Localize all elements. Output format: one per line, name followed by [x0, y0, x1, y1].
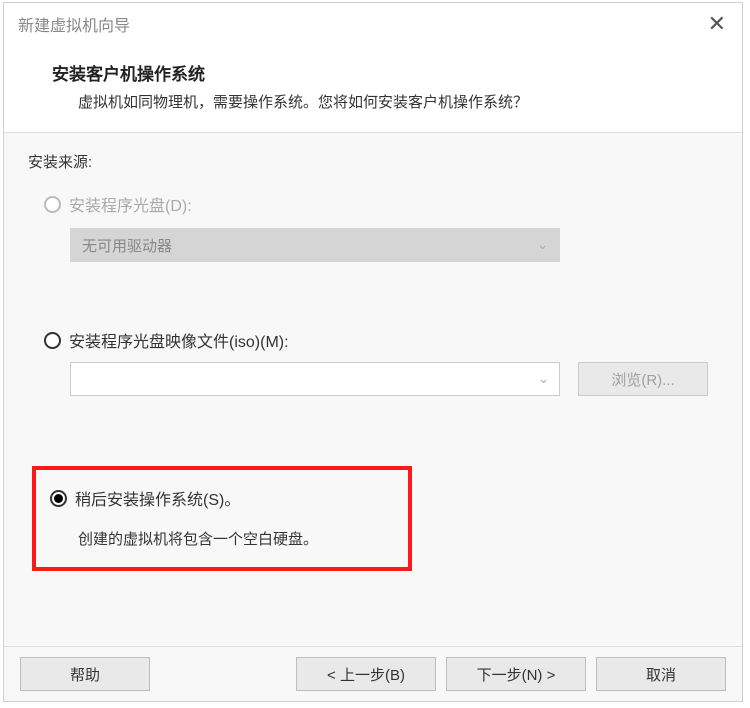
option-installer-disc[interactable]: 安装程序光盘(D):: [44, 192, 718, 216]
window-title: 新建虚拟机向导: [18, 12, 130, 36]
titlebar: 新建虚拟机向导 ✕: [4, 3, 742, 46]
chevron-down-icon: ⌄: [537, 237, 548, 253]
radio-icon: [44, 332, 61, 349]
highlight-annotation: 稍后安装操作系统(S)。 创建的虚拟机将包含一个空白硬盘。: [32, 466, 412, 571]
option-later-description: 创建的虚拟机将包含一个空白硬盘。: [78, 528, 390, 549]
drive-select: 无可用驱动器 ⌄: [70, 228, 560, 262]
option-later-label: 稍后安装操作系统(S)。: [75, 486, 240, 510]
iso-row: ⌄ 浏览(R)...: [70, 362, 718, 396]
close-icon[interactable]: ✕: [698, 9, 736, 39]
back-button[interactable]: < 上一步(B): [296, 657, 436, 691]
cancel-button[interactable]: 取消: [596, 657, 726, 691]
header-subtitle: 虚拟机如同物理机，需要操作系统。您将如何安装客户机操作系统？: [52, 91, 718, 112]
wizard-footer: 帮助 < 上一步(B) 下一步(N) > 取消: [4, 646, 742, 701]
drive-select-text: 无可用驱动器: [82, 235, 172, 256]
source-section-label: 安装来源:: [28, 151, 718, 172]
wizard-content: 安装来源: 安装程序光盘(D): 无可用驱动器 ⌄ 安装程序光盘映像文件(iso…: [4, 133, 742, 646]
header-title: 安装客户机操作系统: [52, 60, 718, 85]
wizard-header: 安装客户机操作系统 虚拟机如同物理机，需要操作系统。您将如何安装客户机操作系统？: [4, 46, 742, 133]
radio-icon: [50, 490, 67, 507]
option-iso-label: 安装程序光盘映像文件(iso)(M):: [69, 328, 289, 352]
help-button[interactable]: 帮助: [20, 657, 150, 691]
radio-icon: [44, 196, 61, 213]
chevron-down-icon: ⌄: [538, 371, 549, 387]
iso-path-select[interactable]: ⌄: [70, 362, 560, 396]
wizard-dialog: 新建虚拟机向导 ✕ 安装客户机操作系统 虚拟机如同物理机，需要操作系统。您将如何…: [3, 2, 743, 702]
next-button[interactable]: 下一步(N) >: [446, 657, 586, 691]
browse-button[interactable]: 浏览(R)...: [578, 362, 708, 396]
option-iso-file[interactable]: 安装程序光盘映像文件(iso)(M):: [44, 328, 718, 352]
option-disc-label: 安装程序光盘(D):: [69, 192, 192, 216]
option-install-later[interactable]: 稍后安装操作系统(S)。: [50, 486, 390, 510]
